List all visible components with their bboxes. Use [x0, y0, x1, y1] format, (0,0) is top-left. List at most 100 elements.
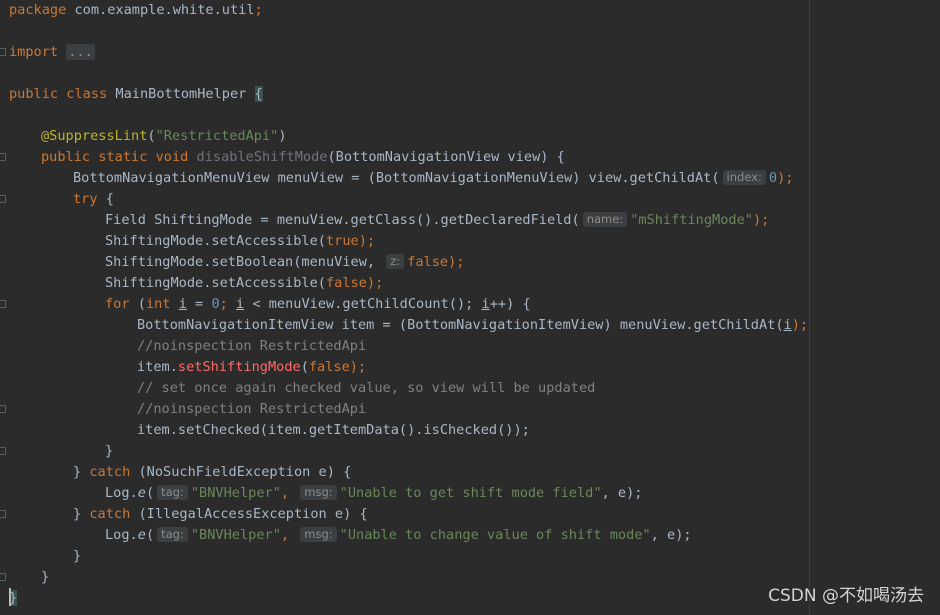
- code-token: }: [105, 443, 114, 459]
- fold-marker-icon[interactable]: [0, 153, 6, 161]
- code-token: e: [137, 527, 146, 543]
- code-token: ;: [219, 296, 236, 312]
- code-editor[interactable]: package com.example.white.util; import .…: [0, 0, 940, 615]
- code-line[interactable]: ShiftingMode.setAccessible(true);: [105, 231, 375, 252]
- code-token: (BottomNavigationView view) {: [327, 149, 565, 165]
- code-line[interactable]: } catch (NoSuchFieldException e) {: [73, 462, 351, 483]
- code-token: BottomNavigationMenuView menuView = (Bot…: [73, 170, 720, 186]
- code-token: 0: [211, 296, 220, 312]
- code-line[interactable]: Log.e(tag: "BNVHelper", msg: "Unable to ch…: [105, 525, 692, 546]
- parameter-hint: tag:: [157, 485, 188, 500]
- text-caret: [9, 588, 11, 606]
- code-line[interactable]: ShiftingMode.setBoolean(menuView, z: fals…: [105, 252, 464, 273]
- code-token: < menuView.getChildCount();: [244, 296, 482, 312]
- code-token: false: [407, 254, 449, 270]
- code-token: catch: [89, 506, 131, 522]
- right-margin-guide: [809, 0, 810, 615]
- code-token: catch: [89, 464, 131, 480]
- code-token: i: [236, 296, 245, 312]
- code-token: i: [783, 317, 792, 333]
- code-line[interactable]: } catch (IllegalAccessException e) {: [73, 504, 368, 525]
- code-line[interactable]: BottomNavigationMenuView menuView = (Bot…: [73, 168, 793, 189]
- code-token: ++) {: [489, 296, 531, 312]
- code-token: Log.: [105, 527, 138, 543]
- code-token: =: [186, 296, 212, 312]
- fold-marker-icon[interactable]: [0, 48, 6, 56]
- code-line[interactable]: BottomNavigationItemView item = (BottomN…: [137, 315, 808, 336]
- code-line[interactable]: Log.e(tag: "BNVHelper", msg: "Unable to ge…: [105, 483, 642, 504]
- code-token: , e);: [601, 485, 643, 501]
- code-token: (: [145, 485, 155, 501]
- code-token: setShiftingMode: [177, 359, 301, 375]
- parameter-hint: msg:: [300, 485, 337, 500]
- parameter-hint: index:: [722, 170, 766, 185]
- code-token: disableShiftMode: [196, 149, 328, 165]
- code-line[interactable]: item.setChecked(item.getItemData().isChe…: [137, 420, 530, 441]
- code-token: {: [254, 86, 263, 102]
- collapsed-imports[interactable]: ...: [66, 44, 95, 60]
- code-token: Log.: [105, 485, 138, 501]
- code-token: }: [73, 506, 90, 522]
- code-token: "RestrictedApi": [155, 128, 279, 144]
- code-token: "Unable to change value of shift mode": [339, 527, 651, 543]
- parameter-hint: z:: [386, 254, 405, 269]
- fold-marker-icon[interactable]: [0, 573, 6, 581]
- code-token: (NoSuchFieldException e) {: [130, 464, 352, 480]
- code-token: "mShiftingMode": [630, 212, 753, 228]
- code-token: }: [41, 569, 50, 585]
- code-token: static: [98, 149, 148, 165]
- fold-marker-icon[interactable]: [0, 510, 6, 518]
- code-token: void: [155, 149, 189, 165]
- code-token: ): [278, 128, 287, 144]
- code-token: 0: [768, 170, 778, 186]
- code-line[interactable]: Field ShiftingMode = menuView.getClass()…: [105, 210, 769, 231]
- code-token: , e);: [650, 527, 692, 543]
- code-token: ShiftingMode.setBoolean(menuView,: [105, 254, 376, 270]
- code-token: (: [129, 296, 146, 312]
- code-line[interactable]: }: [41, 567, 49, 588]
- fold-marker-icon[interactable]: [0, 447, 6, 455]
- code-token: ShiftingMode.setAccessible(: [105, 275, 326, 291]
- code-line[interactable]: import ...: [9, 42, 95, 63]
- code-token: );: [448, 254, 465, 270]
- code-token: e: [137, 485, 146, 501]
- parameter-hint: tag:: [157, 527, 188, 542]
- code-token: "BNVHelper": [190, 527, 281, 543]
- watermark: CSDN @不如喝汤去: [768, 586, 924, 606]
- code-comment: //noinspection RestrictedApi: [137, 338, 367, 354]
- code-line[interactable]: for (int i = 0; i < menuView.getChildCou…: [105, 294, 531, 315]
- code-token: item.setChecked(item.getItemData().isChe…: [137, 422, 530, 438]
- code-token: }: [73, 464, 90, 480]
- code-line[interactable]: public static void disableShiftMode(Bott…: [41, 147, 565, 168]
- code-line[interactable]: // set once again checked value, so view…: [137, 378, 595, 399]
- code-line[interactable]: item.setShiftingMode(false);: [137, 357, 366, 378]
- code-line[interactable]: try {: [73, 189, 114, 210]
- code-token: item.: [137, 359, 178, 375]
- code-line[interactable]: ShiftingMode.setAccessible(false);: [105, 273, 383, 294]
- code-token: );: [777, 170, 794, 186]
- code-token: ;: [254, 2, 263, 18]
- code-token: ,: [280, 485, 290, 501]
- parameter-hint: msg:: [300, 527, 337, 542]
- parameter-hint: name:: [582, 212, 628, 227]
- fold-marker-icon[interactable]: [0, 300, 6, 308]
- fold-marker-icon[interactable]: [0, 195, 6, 203]
- code-token: "Unable to get shift mode field": [339, 485, 602, 501]
- fold-marker-icon[interactable]: [0, 405, 6, 413]
- code-line[interactable]: }: [73, 546, 81, 567]
- code-token: i: [178, 296, 187, 312]
- code-token: (: [300, 359, 309, 375]
- code-line[interactable]: //noinspection RestrictedApi: [137, 336, 366, 357]
- code-line[interactable]: package com.example.white.util;: [9, 0, 263, 21]
- code-line[interactable]: @SuppressLint("RestrictedApi"): [41, 126, 287, 147]
- code-line[interactable]: public class MainBottomHelper {: [9, 84, 263, 105]
- code-token: public: [9, 86, 59, 102]
- code-line[interactable]: //noinspection RestrictedApi: [137, 399, 366, 420]
- code-line[interactable]: }: [105, 441, 113, 462]
- code-token: (IllegalAccessException e) {: [130, 506, 368, 522]
- code-token: i: [481, 296, 490, 312]
- code-token: @SuppressLint: [41, 128, 148, 144]
- code-token: ShiftingMode.setAccessible(: [105, 233, 326, 249]
- code-token: false: [325, 275, 367, 291]
- code-token: (: [145, 527, 155, 543]
